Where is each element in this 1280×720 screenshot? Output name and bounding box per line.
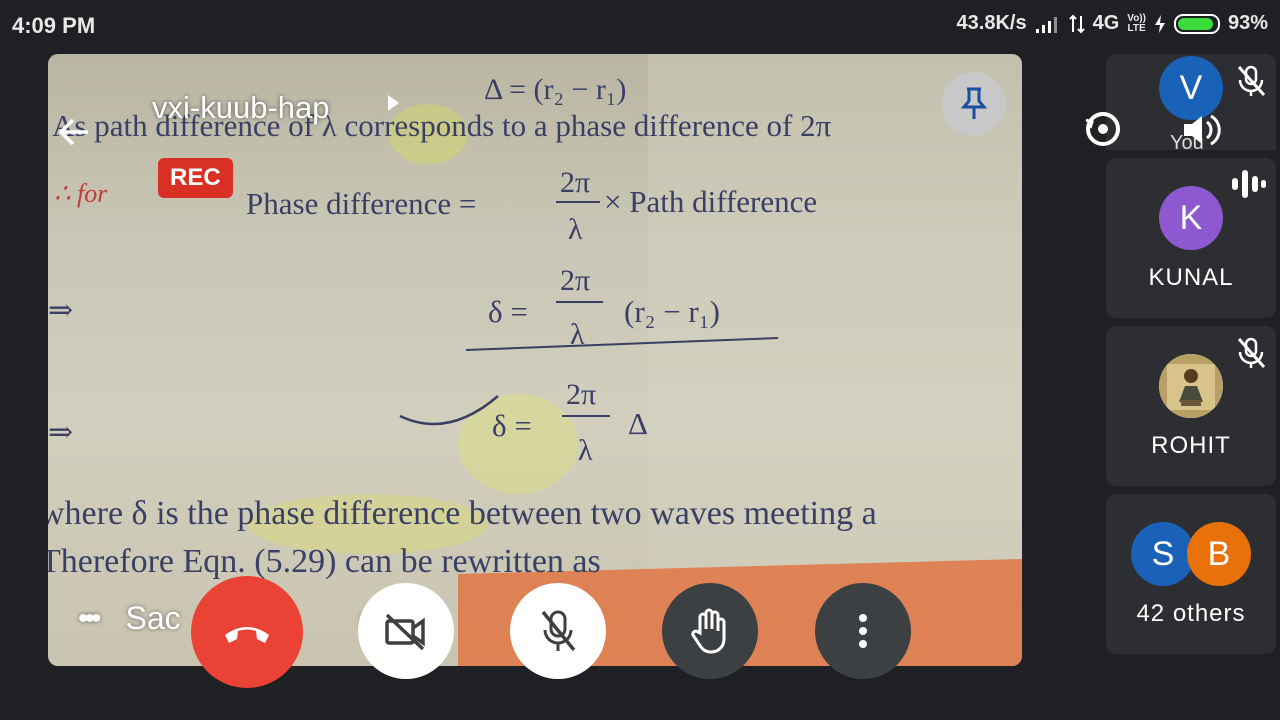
- pin-icon: [960, 87, 988, 119]
- person-photo: [1159, 354, 1223, 418]
- more-horiz-icon[interactable]: •••: [78, 602, 101, 636]
- switch-camera-icon: [1085, 112, 1120, 146]
- data-transfer-icon: [1068, 14, 1085, 34]
- fraction-numerator-3: 2π: [566, 378, 596, 411]
- network-speed: 43.8K/s: [956, 12, 1027, 34]
- speaker-button[interactable]: [1180, 110, 1222, 150]
- fraction-denominator-1: λ: [568, 213, 583, 246]
- status-bar: 4:09 PM 43.8K/s 4G Vo)) LTE 93%: [0, 0, 1280, 50]
- charging-icon: [1154, 14, 1166, 34]
- end-call-button[interactable]: [191, 576, 303, 688]
- book-line-4-rhs: (r₂ − r₁): [624, 294, 720, 329]
- others-tile[interactable]: S B 42 others: [1106, 494, 1276, 654]
- book-line-3-rhs: × Path difference: [604, 184, 817, 219]
- book-line-6: where δ is the phase difference between …: [48, 495, 877, 532]
- participant-avatar: K: [1159, 186, 1223, 250]
- chevron-right-icon[interactable]: [388, 95, 399, 111]
- implies-arrow-1: ⇒: [48, 294, 73, 327]
- book-line-5-rhs: Δ: [628, 406, 648, 441]
- raise-hand-icon: [691, 608, 726, 654]
- status-indicators: 43.8K/s 4G Vo)) LTE 93%: [957, 12, 1268, 35]
- recording-badge: REC: [158, 158, 233, 198]
- meeting-code[interactable]: vxi-kuub-hap: [152, 90, 329, 126]
- handwritten-note: ∴ for: [54, 179, 108, 208]
- back-arrow-icon[interactable]: [54, 112, 94, 152]
- others-count: 42 others: [1136, 600, 1246, 627]
- presenter-name-start: Sac: [125, 600, 181, 636]
- mic-muted-icon: [1237, 65, 1266, 96]
- status-time: 4:09 PM: [12, 13, 96, 38]
- fraction-denominator-3: λ: [578, 434, 593, 467]
- main-video-feed[interactable]: Δ = (r₂ − r₁) As path difference of λ co…: [48, 54, 1022, 666]
- participant-name: KUNAL: [1148, 264, 1234, 291]
- book-line-1: Δ = (r₂ − r₁): [484, 73, 626, 106]
- end-call-icon: [225, 627, 269, 643]
- camera-toggle-button[interactable]: [358, 583, 454, 679]
- presentation-content: Δ = (r₂ − r₁) As path difference of λ co…: [48, 54, 1022, 666]
- switch-camera-button[interactable]: [1080, 106, 1126, 152]
- pin-button[interactable]: [942, 72, 1006, 136]
- volte-icon: Vo)) LTE: [1127, 12, 1146, 34]
- participant-name: ROHIT: [1151, 432, 1231, 459]
- participant-tile-kunal[interactable]: K KUNAL: [1106, 158, 1276, 318]
- others-avatar-b: B: [1187, 522, 1251, 586]
- more-options-button[interactable]: [815, 583, 911, 679]
- mic-off-icon: [541, 610, 576, 652]
- implies-arrow-2: ⇒: [48, 416, 73, 449]
- audio-level-icon: [1232, 170, 1266, 198]
- camera-off-icon: [385, 613, 425, 651]
- others-avatar-s: S: [1131, 522, 1195, 586]
- fraction-numerator-2: 2π: [560, 264, 590, 297]
- fraction-numerator-1: 2π: [560, 166, 590, 199]
- book-line-5-lhs: δ =: [492, 408, 532, 443]
- participant-tile-rohit[interactable]: ROHIT: [1106, 326, 1276, 486]
- mic-toggle-button[interactable]: [510, 583, 606, 679]
- mic-muted-icon: [1237, 337, 1266, 368]
- battery-icon: [1173, 13, 1220, 34]
- speaker-icon: [1184, 114, 1221, 146]
- signal-icon: [1035, 14, 1061, 34]
- book-line-4-lhs: δ =: [488, 294, 528, 329]
- network-type: 4G: [1092, 12, 1120, 34]
- battery-percent: 93%: [1227, 12, 1268, 34]
- participant-photo-avatar: [1159, 354, 1223, 418]
- raise-hand-button[interactable]: [662, 583, 758, 679]
- book-line-3-label: Phase difference =: [246, 186, 476, 221]
- more-vert-icon: [859, 614, 867, 648]
- book-line-7: Therefore Eqn. (5.29) can be rewritten a…: [48, 543, 601, 580]
